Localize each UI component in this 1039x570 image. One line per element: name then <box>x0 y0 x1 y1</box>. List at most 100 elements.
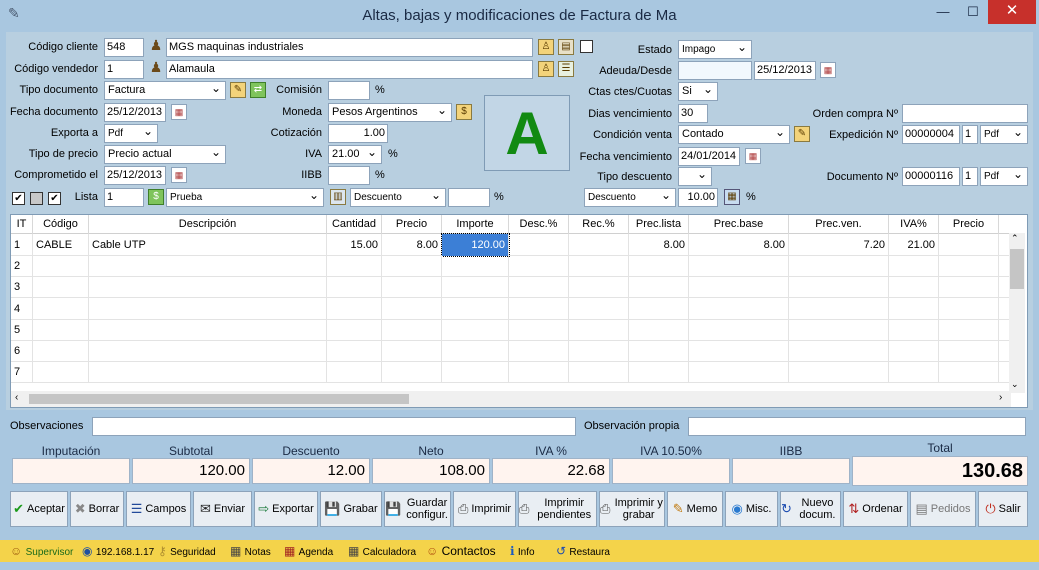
button-1[interactable]: ✖ Borrar <box>70 491 124 527</box>
table-cell[interactable] <box>382 318 442 341</box>
table-cell[interactable]: 8.00 <box>689 234 789 256</box>
table-cell[interactable]: 7.20 <box>789 234 889 256</box>
table-cell[interactable] <box>33 318 89 341</box>
col-rec[interactable]: Rec.% <box>569 215 629 234</box>
ctas-select[interactable]: Si <box>678 82 718 101</box>
button-12[interactable]: ↻ Nuevo docum. <box>780 491 841 527</box>
col-iva[interactable]: IVA% <box>889 215 939 234</box>
table-cell[interactable] <box>689 318 789 341</box>
table-row[interactable]: 4 <box>11 297 1011 320</box>
table-cell[interactable] <box>689 276 789 299</box>
table-cell[interactable] <box>939 361 999 384</box>
table-cell[interactable] <box>33 255 89 278</box>
orden-input[interactable] <box>902 104 1028 123</box>
table-cell[interactable] <box>509 340 569 362</box>
descuento2-select[interactable]: Descuento <box>584 188 676 207</box>
table-cell[interactable] <box>442 361 509 384</box>
table-cell[interactable] <box>382 361 442 384</box>
lista-select[interactable]: Prueba <box>166 188 324 207</box>
status-item[interactable]: ☺ Contactos <box>426 544 496 558</box>
expedicion-input[interactable]: 00000004 <box>902 125 960 144</box>
moneda-select[interactable]: Pesos Argentinos <box>328 103 452 122</box>
eraser-icon[interactable]: ✎ <box>230 82 246 98</box>
table-cell[interactable] <box>569 255 629 278</box>
status-item[interactable]: ◉ 192.168.1.17 <box>82 544 154 558</box>
comprometido-input[interactable]: 25/12/2013 <box>104 166 166 185</box>
table-cell[interactable] <box>509 361 569 384</box>
table-cell[interactable] <box>629 276 689 299</box>
button-0[interactable]: ✔ Aceptar <box>10 491 68 527</box>
descuento2-input[interactable]: 10.00 <box>678 188 718 207</box>
table-cell[interactable] <box>382 297 442 320</box>
table-cell[interactable]: 6 <box>11 340 33 362</box>
expedicion-fmt-select[interactable]: Pdf <box>980 125 1028 144</box>
table-cell[interactable] <box>327 361 382 384</box>
table-cell[interactable] <box>939 276 999 299</box>
button-3[interactable]: ✉ Enviar <box>193 491 252 527</box>
table-cell[interactable]: 8.00 <box>629 234 689 256</box>
col-importe[interactable]: Importe <box>442 215 509 234</box>
calc-icon[interactable]: ▦ <box>724 189 740 205</box>
observacion-propia-input[interactable] <box>688 417 1026 436</box>
grid-horizontal-scrollbar[interactable]: ‹ › <box>11 391 1011 407</box>
table-cell[interactable] <box>442 276 509 299</box>
button-14[interactable]: ▤ Pedidos <box>910 491 976 527</box>
table-cell[interactable] <box>33 297 89 320</box>
button-6[interactable]: 💾 Guardar configur. <box>384 491 451 527</box>
table-cell[interactable] <box>889 361 939 384</box>
table-cell[interactable] <box>939 255 999 278</box>
list-icon[interactable]: ☰ <box>558 61 574 77</box>
table-row[interactable]: 7 <box>11 361 1011 384</box>
table-cell[interactable]: 7 <box>11 361 33 384</box>
table-cell[interactable]: 8.00 <box>382 234 442 256</box>
table-row[interactable]: 1 CABLE Cable UTP 15.00 8.00 120.00 8.00 8.00 7.… <box>11 233 1011 257</box>
vendedor-nombre-input[interactable]: Alamaula <box>166 60 533 79</box>
observaciones-input[interactable] <box>92 417 576 436</box>
chart-icon[interactable]: ▥ <box>330 189 346 205</box>
table-cell[interactable] <box>629 255 689 278</box>
status-item[interactable]: ⚷ Seguridad <box>158 544 216 558</box>
col-precio[interactable]: Precio <box>382 215 442 234</box>
col-cantidad[interactable]: Cantidad <box>327 215 382 234</box>
descuento-select[interactable]: Descuento <box>350 188 446 207</box>
scroll-right-icon[interactable]: › <box>999 392 1002 403</box>
table-cell[interactable] <box>939 297 999 320</box>
col-codigo[interactable]: Código <box>33 215 89 234</box>
table-cell[interactable] <box>89 255 327 278</box>
button-15[interactable]: ⏻ Salir <box>978 491 1028 527</box>
table-cell[interactable] <box>509 318 569 341</box>
table-cell[interactable] <box>789 276 889 299</box>
table-cell[interactable] <box>327 318 382 341</box>
table-cell[interactable] <box>509 276 569 299</box>
fecha-venc-input[interactable]: 24/01/2014 <box>678 147 740 166</box>
table-cell[interactable] <box>442 318 509 341</box>
status-item[interactable]: ☺ Supervisor <box>10 544 73 558</box>
button-8[interactable]: ⎙ Imprimir pendientes <box>518 491 597 527</box>
table-cell[interactable] <box>89 318 327 341</box>
table-cell[interactable]: Cable UTP <box>89 234 327 256</box>
button-7[interactable]: ⎙ Imprimir <box>453 491 516 527</box>
table-cell[interactable] <box>509 255 569 278</box>
table-cell[interactable] <box>509 297 569 320</box>
descuento-input[interactable] <box>448 188 490 207</box>
button-10[interactable]: ✎ Memo <box>667 491 723 527</box>
table-cell[interactable]: 5 <box>11 318 33 341</box>
status-item[interactable]: ↺ Restaura <box>556 544 610 558</box>
checkbox-2[interactable] <box>30 192 43 205</box>
table-cell[interactable] <box>789 340 889 362</box>
table-cell[interactable] <box>442 340 509 362</box>
calendar-icon[interactable]: ▦ <box>171 167 187 183</box>
table-cell[interactable] <box>569 234 629 256</box>
table-cell[interactable] <box>689 297 789 320</box>
table-cell[interactable] <box>569 276 629 299</box>
table-cell[interactable] <box>382 340 442 362</box>
table-cell[interactable] <box>569 297 629 320</box>
tipo-desc-select[interactable] <box>678 167 712 186</box>
calendar-icon[interactable]: ▦ <box>745 148 761 164</box>
col-precio2[interactable]: Precio <box>939 215 999 234</box>
table-cell[interactable] <box>939 318 999 341</box>
table-cell[interactable] <box>889 255 939 278</box>
documento-input[interactable]: 00000116 <box>902 167 960 186</box>
table-row[interactable]: 3 <box>11 276 1011 299</box>
vendedor-search-icon[interactable]: ♙ <box>538 61 554 77</box>
